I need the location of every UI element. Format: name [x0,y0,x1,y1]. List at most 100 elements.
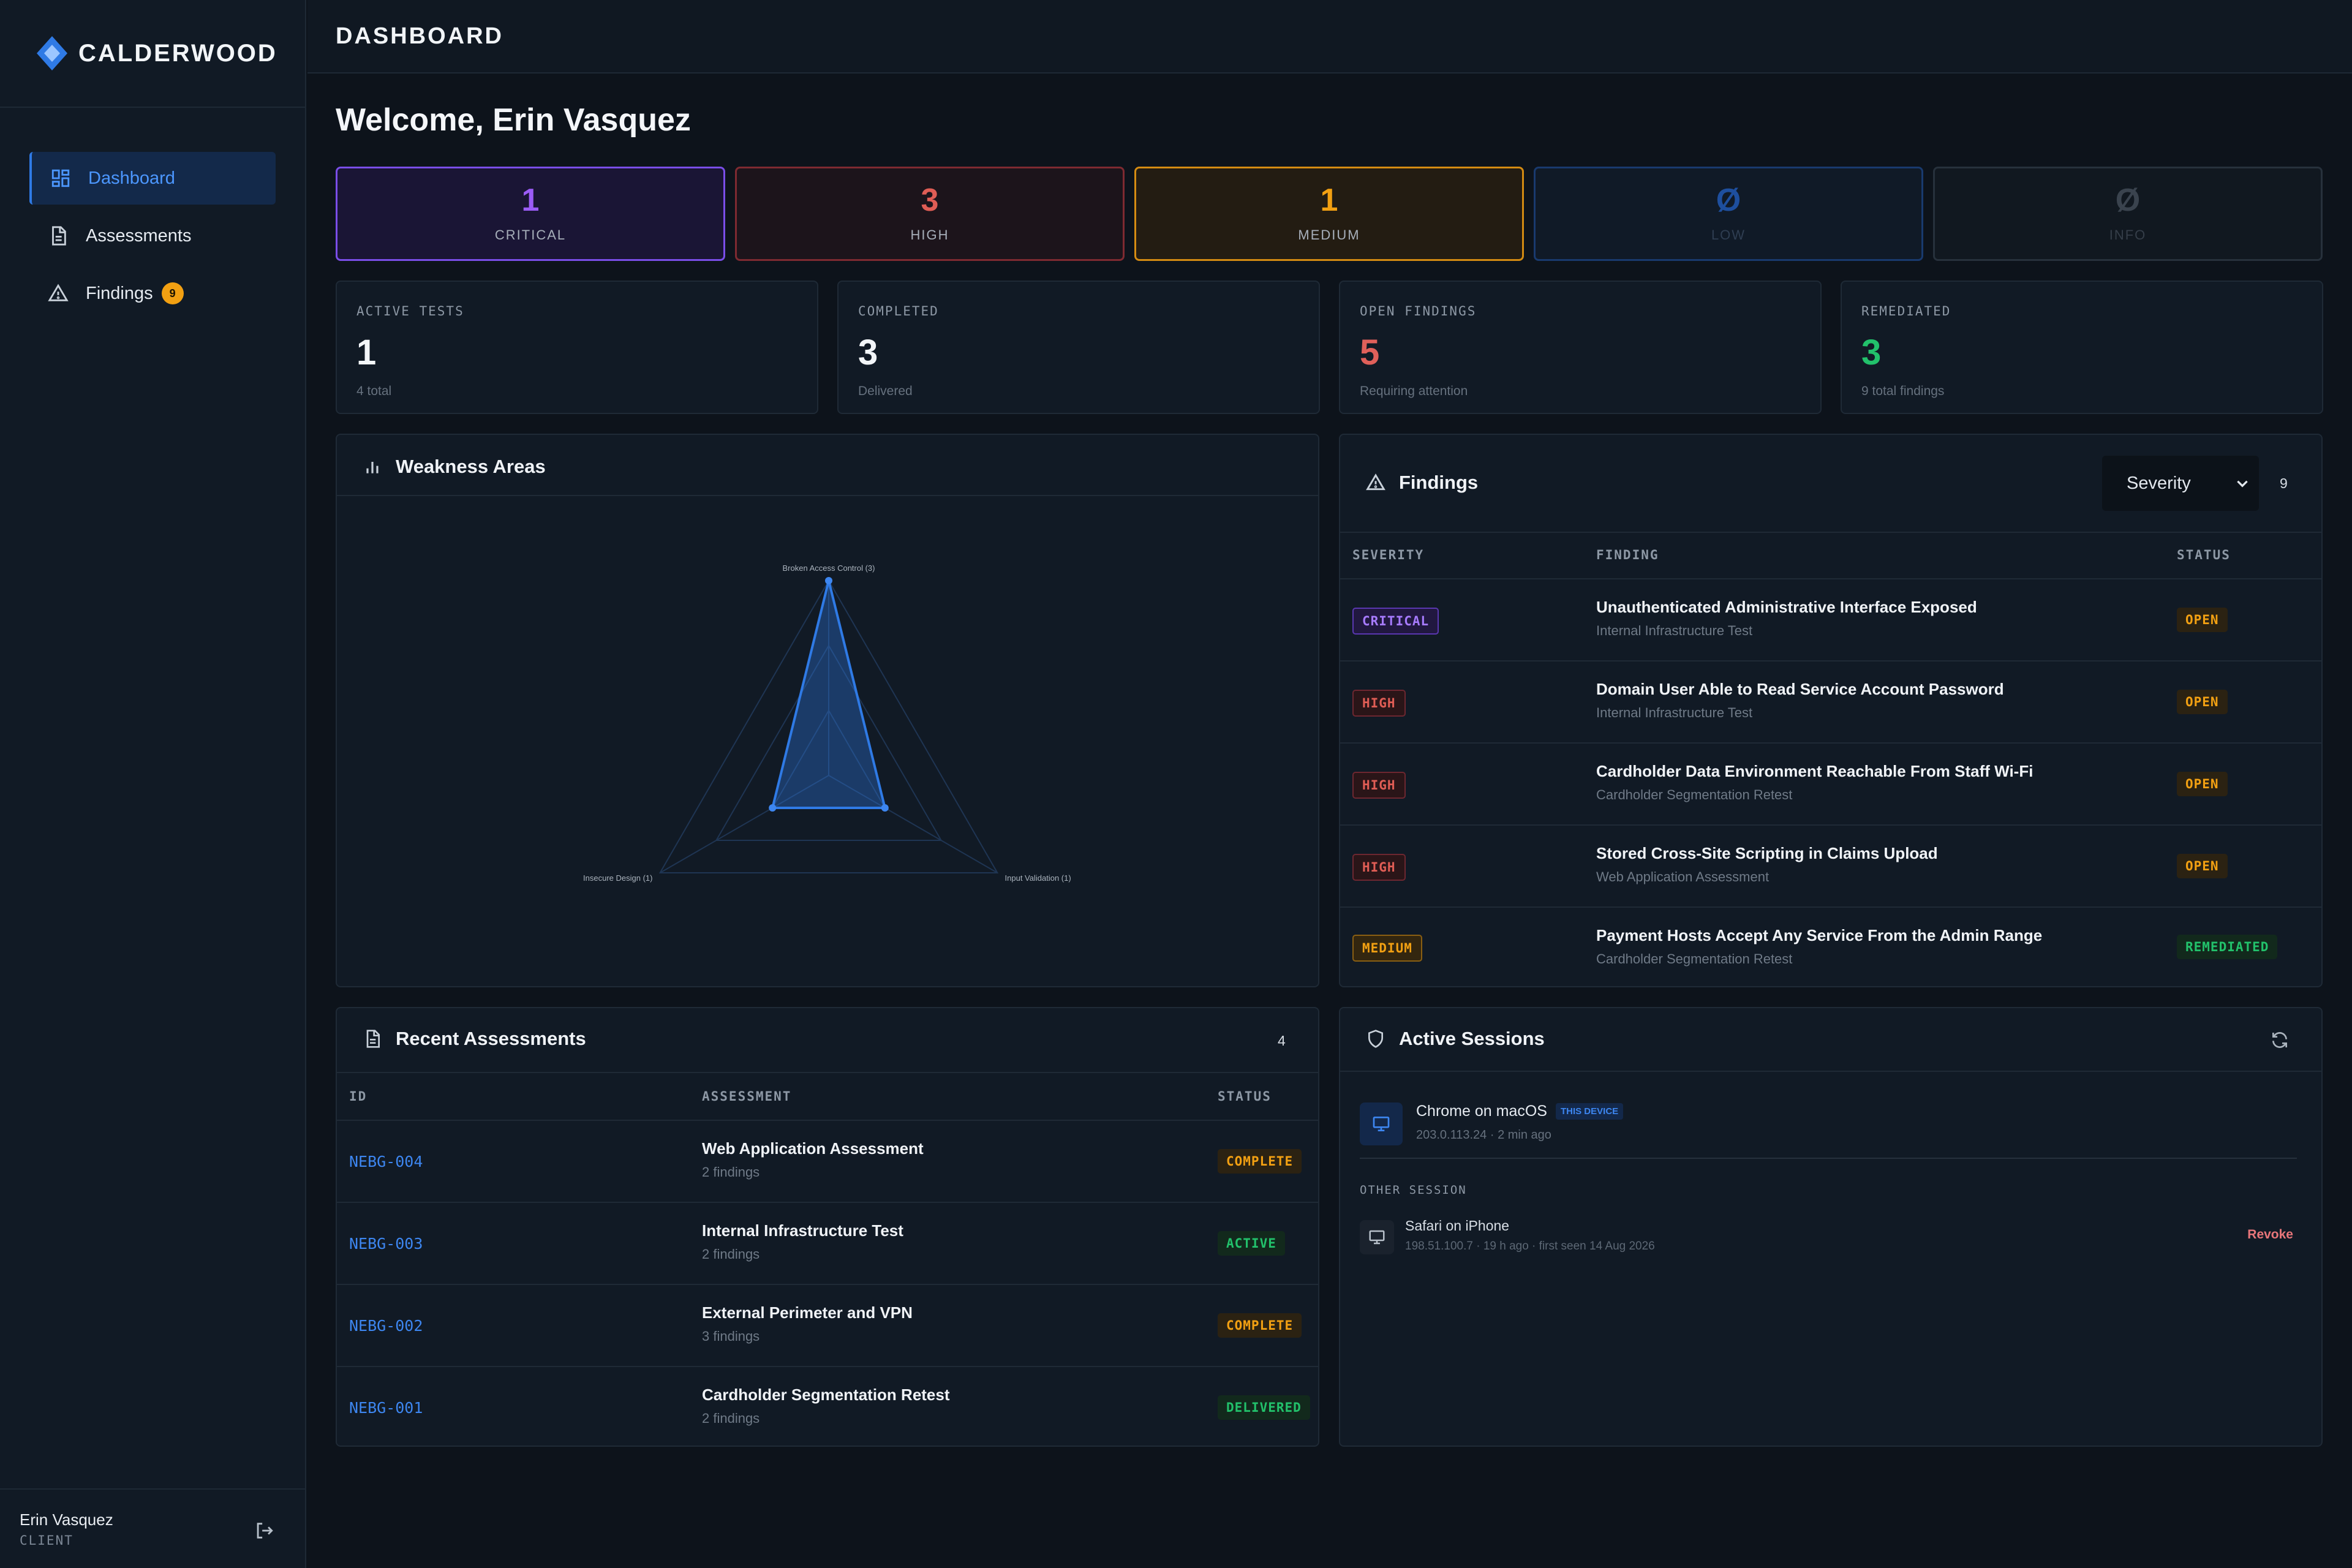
stat-subtext: Requiring attention [1360,384,1468,398]
column-header-status: STATUS [2177,548,2231,562]
column-header-severity: SEVERITY [1352,548,1425,562]
status-badge: REMEDIATED [2177,935,2278,959]
findings-header: Findings [1366,472,1478,494]
sidebar-item-label: Findings [86,283,153,303]
session-device-name: Safari on iPhone [1405,1218,1510,1234]
severity-label: LOW [1711,227,1746,243]
severity-chip: HIGH [1352,854,1406,881]
severity-count: 1 [1320,183,1338,218]
severity-chip: MEDIUM [1352,935,1422,962]
monitor-icon [1369,1230,1385,1245]
severity-filter-value: Severity [2127,473,2191,493]
assessment-name: External Perimeter and VPN [702,1303,913,1322]
assessment-id-link[interactable]: NEBG-004 [349,1153,423,1170]
finding-row[interactable]: HIGH Domain User Able to Read Service Ac… [1340,660,2321,742]
assessment-name: Web Application Assessment [702,1139,924,1158]
severity-card-medium[interactable]: 1 MEDIUM [1134,167,1524,261]
this-device-badge: THIS DEVICE [1555,1103,1624,1120]
diamond-logo-icon [37,36,67,70]
weakness-areas-panel: Weakness Areas Broken Access Control (3)… [336,434,1319,987]
logout-icon[interactable] [254,1520,274,1541]
severity-card-high[interactable]: 3 HIGH [735,167,1125,261]
sidebar-nav: Dashboard Assessments Findings 9 [0,108,305,320]
stat-card-active-tests: ACTIVE TESTS 1 4 total [336,281,818,414]
warning-icon [48,284,69,301]
stat-label: ACTIVE TESTS [356,304,464,318]
refresh-icon[interactable] [2270,1030,2290,1050]
assessment-id-link[interactable]: NEBG-003 [349,1235,423,1253]
finding-title: Cardholder Data Environment Reachable Fr… [1596,762,2034,780]
radar-data-point [825,577,832,584]
stat-subtext: 4 total [356,384,392,398]
session-device-name: Chrome on macOS [1416,1102,1547,1120]
finding-row[interactable]: CRITICAL Unauthenticated Administrative … [1340,578,2321,660]
assessments-table-header: ID ASSESSMENT STATUS [337,1072,1318,1120]
stat-value: 1 [356,333,377,372]
status-badge: COMPLETE [1218,1149,1302,1174]
radar-category-label: Input Validation (1) [1005,873,1071,883]
sidebar-item-dashboard[interactable]: Dashboard [29,152,276,205]
grid-icon [51,169,70,187]
assessment-row[interactable]: NEBG-004 Web Application Assessment 2 fi… [337,1120,1318,1202]
sidebar-item-assessments[interactable]: Assessments [29,209,276,262]
status-badge: COMPLETE [1218,1313,1302,1338]
finding-row[interactable]: MEDIUM Payment Hosts Accept Any Service … [1340,907,2321,986]
assessment-id-link[interactable]: NEBG-001 [349,1399,423,1417]
stat-label: REMEDIATED [1861,304,1951,318]
finding-assessment: Cardholder Segmentation Retest [1596,951,1793,967]
assessment-row[interactable]: NEBG-002 External Perimeter and VPN 3 fi… [337,1284,1318,1366]
recent-assessments-header: Recent Assessments [363,1028,586,1050]
findings-panel: Findings Severity 9 SEVERITY FINDING STA… [1339,434,2323,987]
severity-filter-select[interactable]: Severity [2102,456,2259,511]
stat-label: OPEN FINDINGS [1360,304,1477,318]
status-badge: OPEN [2177,690,2228,714]
severity-card-critical[interactable]: 1 CRITICAL [336,167,725,261]
column-header-finding: FINDING [1596,548,1659,562]
shield-icon [1368,1030,1383,1048]
assessment-id-link[interactable]: NEBG-002 [349,1317,423,1335]
finding-row[interactable]: HIGH Cardholder Data Environment Reachab… [1340,742,2321,824]
top-bar: DASHBOARD [307,0,2352,74]
severity-label: HIGH [910,227,949,243]
stat-label: COMPLETED [858,304,939,318]
status-badge: OPEN [2177,854,2228,878]
brand-logo[interactable]: CALDERWOOD [0,0,305,108]
user-profile: Erin Vasquez CLIENT [0,1488,305,1568]
sidebar-item-label: Dashboard [88,168,175,188]
stat-card-open-findings: OPEN FINDINGS 5 Requiring attention [1339,281,1822,414]
revoke-session-button[interactable]: Revoke [2247,1227,2293,1242]
findings-count-badge: 9 [161,282,184,304]
other-session-label: OTHER SESSION [1360,1183,1467,1197]
active-sessions-panel: Active Sessions Chrome on macOS THIS DEV… [1339,1007,2323,1447]
chevron-down-icon [2237,480,2248,488]
assessment-row[interactable]: NEBG-003 Internal Infrastructure Test 2 … [337,1202,1318,1284]
status-badge: ACTIVE [1218,1231,1285,1256]
assessment-row[interactable]: NEBG-001 Cardholder Segmentation Retest … [337,1366,1318,1446]
stat-card-remediated: REMEDIATED 3 9 total findings [1841,281,2323,414]
findings-count: 9 [2280,475,2288,491]
status-badge: DELIVERED [1218,1395,1310,1420]
finding-assessment: Cardholder Segmentation Retest [1596,787,1793,802]
sidebar-item-findings[interactable]: Findings 9 [29,267,276,320]
severity-label: CRITICAL [494,227,567,243]
sidebar: CALDERWOOD Dashboard Assessments Finding… [0,0,306,1568]
column-header-assessment: ASSESSMENT [702,1089,792,1104]
finding-assessment: Web Application Assessment [1596,869,1770,884]
column-header-status: STATUS [1218,1089,1272,1104]
current-session: Chrome on macOS THIS DEVICE 203.0.113.24… [1360,1084,2297,1159]
severity-label: INFO [2109,227,2147,243]
radar-data-point [769,804,777,812]
stat-subtext: Delivered [858,384,913,398]
brand-name: CALDERWOOD [78,39,277,67]
assessments-count: 4 [1278,1033,1286,1049]
severity-chip: HIGH [1352,772,1406,799]
assessment-name: Internal Infrastructure Test [702,1221,903,1240]
status-badge: OPEN [2177,608,2228,632]
recent-assessments-title: Recent Assessments [396,1028,586,1049]
finding-row[interactable]: HIGH Stored Cross-Site Scripting in Clai… [1340,824,2321,907]
severity-card-info[interactable]: Ø INFO [1933,167,2323,261]
severity-count: 1 [521,183,540,218]
severity-count: Ø [2115,183,2141,218]
severity-card-low[interactable]: Ø LOW [1534,167,1923,261]
document-icon [366,1030,380,1048]
